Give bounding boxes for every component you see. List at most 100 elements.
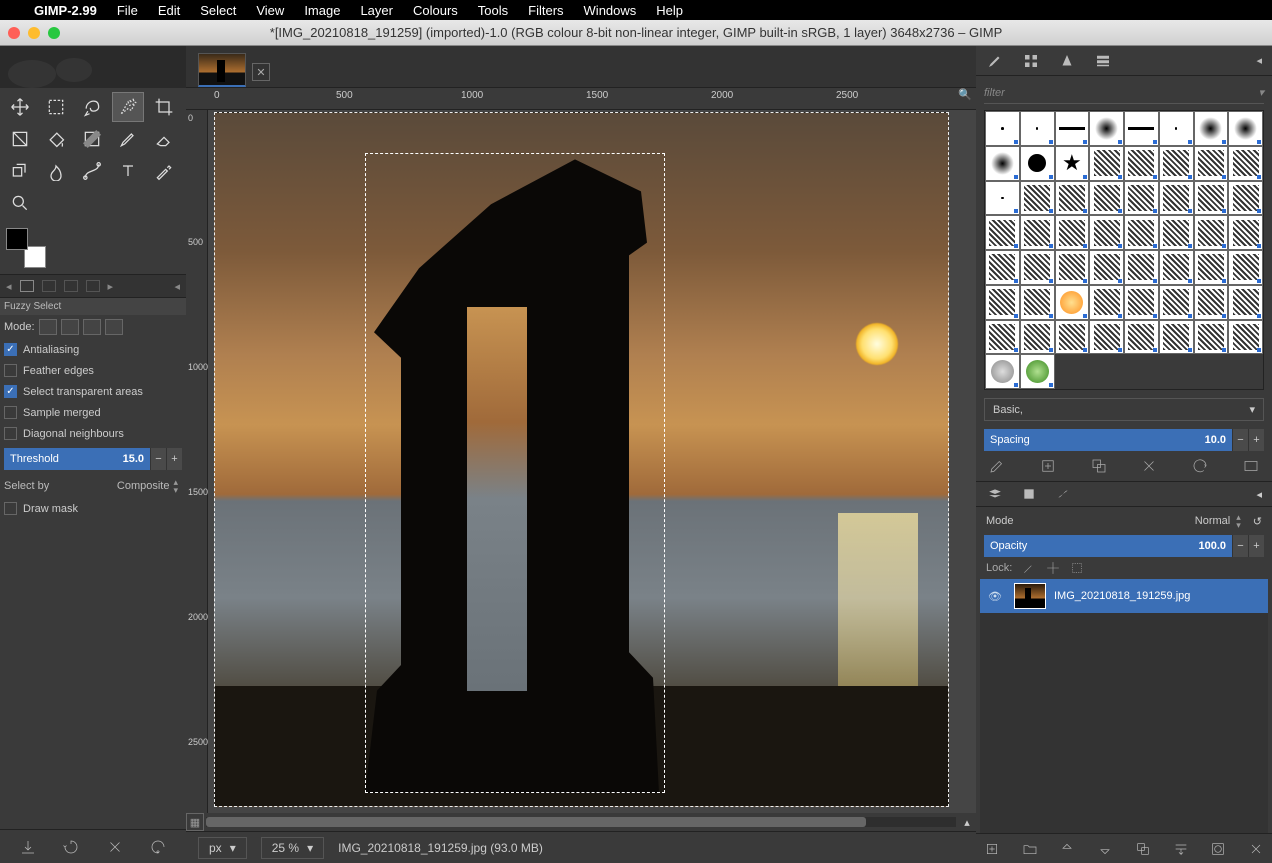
device-status-tab[interactable]	[42, 280, 56, 292]
bucket-fill-tool[interactable]	[40, 124, 72, 154]
brush-cell[interactable]	[1020, 146, 1055, 181]
edit-brush-icon[interactable]	[988, 457, 1006, 475]
brush-cell[interactable]	[985, 354, 1020, 389]
brush-cell[interactable]	[1055, 111, 1090, 146]
checkbox-icon[interactable]	[4, 343, 17, 356]
brush-cell[interactable]	[1020, 250, 1055, 285]
brush-cell[interactable]	[1020, 320, 1055, 355]
brush-cell[interactable]	[1159, 146, 1194, 181]
menu-help[interactable]: Help	[656, 3, 683, 18]
brush-preset-dropdown[interactable]: Basic,▾	[984, 398, 1264, 421]
transparent-check[interactable]: Select transparent areas	[4, 385, 182, 398]
delete-options-icon[interactable]	[106, 838, 124, 856]
brush-cell[interactable]	[1228, 285, 1263, 320]
lock-pixels-icon[interactable]	[1022, 561, 1036, 575]
undo-history-tab[interactable]	[64, 280, 78, 292]
paths-tab-icon[interactable]	[1054, 487, 1072, 501]
brush-cell[interactable]	[1020, 215, 1055, 250]
brushes-tab-icon[interactable]	[986, 52, 1004, 70]
refresh-brush-icon[interactable]	[1191, 457, 1209, 475]
zoom-dropdown[interactable]: 25 %▾	[261, 837, 324, 859]
menu-select[interactable]: Select	[200, 3, 236, 18]
transform-tool[interactable]	[4, 124, 36, 154]
brush-cell[interactable]	[1055, 320, 1090, 355]
brush-cell[interactable]	[1020, 285, 1055, 320]
mac-menubar[interactable]: GIMP-2.99 File Edit Select View Image La…	[0, 0, 1272, 20]
layer-name[interactable]: IMG_20210818_191259.jpg	[1054, 590, 1190, 602]
channels-tab-icon[interactable]	[1020, 487, 1038, 501]
fg-bg-color[interactable]	[6, 228, 46, 268]
paintbrush-tool[interactable]	[112, 124, 144, 154]
opacity-decrease[interactable]: −	[1232, 535, 1248, 557]
menu-file[interactable]: File	[117, 3, 138, 18]
brush-cell[interactable]	[985, 320, 1020, 355]
sample-merged-check[interactable]: Sample merged	[4, 406, 182, 419]
new-group-icon[interactable]	[1022, 841, 1038, 857]
brush-cell[interactable]	[1228, 111, 1263, 146]
restore-options-icon[interactable]	[62, 838, 80, 856]
menu-layer[interactable]: Layer	[360, 3, 393, 18]
spacing-decrease[interactable]: −	[1232, 429, 1248, 451]
delete-brush-icon[interactable]	[1140, 457, 1158, 475]
path-tool[interactable]	[76, 156, 108, 186]
crop-tool[interactable]	[148, 92, 180, 122]
mode-add[interactable]	[61, 319, 79, 335]
checkbox-icon[interactable]	[4, 364, 17, 377]
gradient-tool[interactable]	[76, 124, 108, 154]
configure-tab-icon[interactable]: ◂	[1256, 54, 1262, 67]
image-content[interactable]	[214, 112, 949, 807]
brush-cell[interactable]	[1089, 250, 1124, 285]
configure-layers-icon[interactable]: ◂	[1256, 488, 1262, 501]
image-tab[interactable]	[198, 53, 246, 87]
brush-cell[interactable]	[1089, 181, 1124, 216]
brush-cell[interactable]	[1089, 215, 1124, 250]
brush-cell[interactable]	[1159, 111, 1194, 146]
image-tab-close[interactable]: ✕	[252, 63, 270, 81]
spacing-slider[interactable]: Spacing 10.0	[984, 429, 1232, 451]
menu-filters[interactable]: Filters	[528, 3, 563, 18]
diagonal-check[interactable]: Diagonal neighbours	[4, 427, 182, 440]
checkbox-icon[interactable]	[4, 406, 17, 419]
brush-cell[interactable]	[1228, 181, 1263, 216]
brush-filter-input[interactable]: filter▾	[984, 82, 1264, 104]
menu-colours[interactable]: Colours	[413, 3, 458, 18]
brush-cell[interactable]	[1194, 250, 1229, 285]
brush-cell[interactable]	[1194, 215, 1229, 250]
layer-mode-dropdown[interactable]: Normal▴▾↺	[1195, 513, 1262, 529]
brush-cell[interactable]	[1124, 285, 1159, 320]
opacity-increase[interactable]: +	[1248, 535, 1264, 557]
unit-dropdown[interactable]: px▾	[198, 837, 247, 859]
brush-cell[interactable]	[985, 215, 1020, 250]
brush-cell[interactable]	[1020, 354, 1055, 389]
zoom-tool[interactable]	[4, 188, 36, 218]
reset-options-icon[interactable]	[149, 838, 167, 856]
clone-tool[interactable]	[4, 156, 36, 186]
duplicate-layer-icon[interactable]	[1135, 841, 1151, 857]
lock-position-icon[interactable]	[1046, 561, 1060, 575]
brush-cell[interactable]	[1124, 181, 1159, 216]
antialiasing-check[interactable]: Antialiasing	[4, 343, 182, 356]
layers-tab-icon[interactable]	[986, 487, 1004, 501]
brush-cell[interactable]	[1124, 146, 1159, 181]
lock-alpha-icon[interactable]	[1070, 561, 1084, 575]
duplicate-brush-icon[interactable]	[1090, 457, 1108, 475]
rect-select-tool[interactable]	[40, 92, 72, 122]
window-maximize-button[interactable]	[48, 27, 60, 39]
quick-mask-toggle[interactable]: ▦	[186, 813, 204, 831]
threshold-slider[interactable]: Threshold 15.0	[4, 448, 150, 470]
brush-cell[interactable]	[1089, 285, 1124, 320]
move-tool[interactable]	[4, 92, 36, 122]
save-options-icon[interactable]	[19, 838, 37, 856]
tool-options-tab[interactable]	[20, 280, 34, 292]
fg-color-swatch[interactable]	[6, 228, 28, 250]
checkbox-icon[interactable]	[4, 385, 17, 398]
raise-layer-icon[interactable]	[1059, 841, 1075, 857]
brush-cell[interactable]	[1228, 215, 1263, 250]
select-by-dropdown[interactable]: Select by Composite▴▾	[4, 478, 182, 494]
brush-cell[interactable]	[985, 111, 1020, 146]
brush-cell[interactable]	[1228, 250, 1263, 285]
brush-cell[interactable]	[1089, 320, 1124, 355]
mode-replace[interactable]	[39, 319, 57, 335]
history-tab-icon[interactable]	[1094, 52, 1112, 70]
mode-subtract[interactable]	[83, 319, 101, 335]
